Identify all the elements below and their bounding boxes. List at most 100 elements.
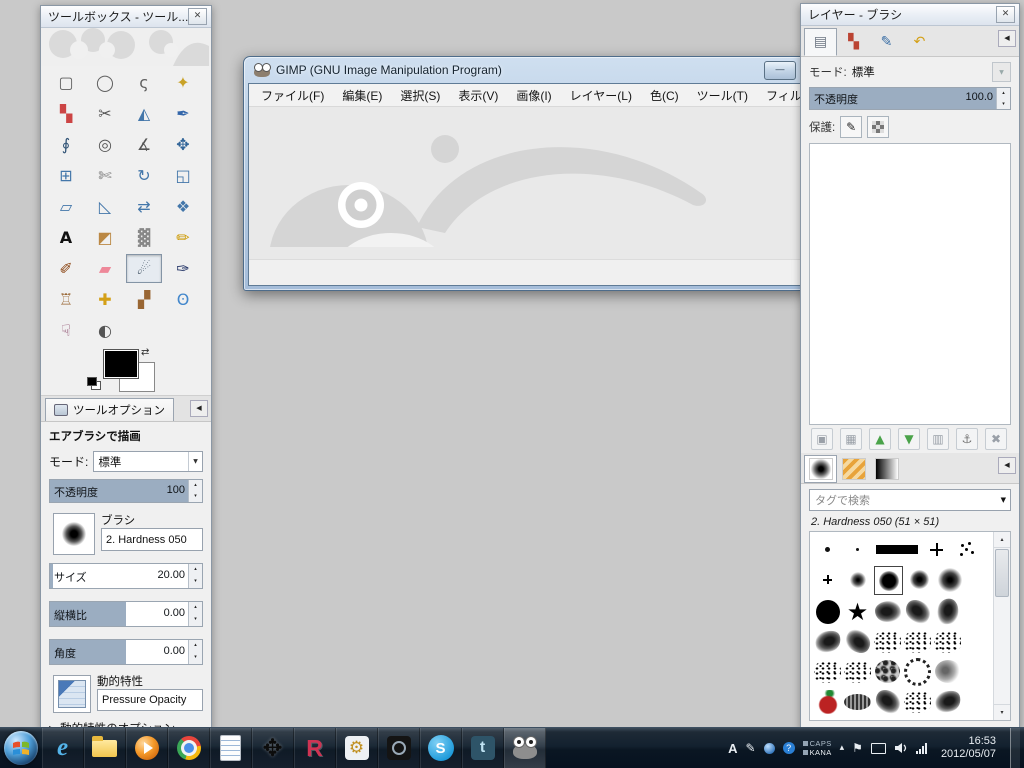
duplicate-layer-button[interactable]: ▥ [927, 428, 949, 450]
paint-mode-select[interactable]: 標準 ▼ [93, 451, 203, 472]
tool-color-picker[interactable]: ∮ [48, 130, 84, 159]
brush-plus-small[interactable] [814, 566, 841, 593]
anchor-layer-button[interactable]: ⚓ [956, 428, 978, 450]
brush-scatter[interactable] [934, 628, 961, 655]
tool-blur-sharpen[interactable]: ʘ [165, 285, 201, 314]
brush-scatter[interactable] [904, 628, 931, 655]
action-center-flag-icon[interactable]: ⚑ [852, 741, 863, 755]
brush-grid-scrollbar[interactable]: ▴ ▾ [993, 532, 1010, 720]
tool-crop[interactable]: ✄ [87, 161, 123, 190]
taskbar-r-app[interactable]: R [294, 728, 336, 768]
spin-up-icon[interactable]: ▴ [189, 564, 202, 576]
taskbar-chrome[interactable] [168, 728, 210, 768]
dynamics-preview-button[interactable] [53, 675, 91, 713]
ime-mode-indicator[interactable]: A [728, 741, 737, 756]
dock-collapse-button[interactable]: ◀ [190, 400, 208, 417]
brush-scatter[interactable] [904, 718, 931, 720]
tool-cage-transform[interactable]: ❖ [165, 192, 201, 221]
layer-mode-value[interactable]: 標準 [852, 64, 875, 80]
tool-free-select[interactable]: ς [126, 68, 162, 97]
aspect-spinner[interactable]: ▴ ▾ [188, 602, 202, 626]
brush-cells[interactable] [814, 718, 841, 720]
tool-scale[interactable]: ◱ [165, 161, 201, 190]
brush-splat[interactable] [814, 628, 841, 655]
show-desktop-button[interactable] [1010, 728, 1020, 768]
brush-dot3[interactable] [814, 536, 841, 563]
menu-tools[interactable]: ツール(T) [688, 84, 757, 107]
brush-smoke[interactable] [934, 658, 961, 685]
delete-layer-button[interactable]: ✖ [985, 428, 1007, 450]
network-globe-icon[interactable] [763, 742, 775, 754]
tool-clone[interactable]: ♖ [48, 285, 84, 314]
scroll-down-icon[interactable]: ▾ [994, 704, 1010, 720]
brush-splat[interactable] [874, 688, 901, 715]
tool-align[interactable]: ⊞ [48, 161, 84, 190]
volume-icon[interactable] [894, 742, 908, 754]
tool-eraser[interactable]: ▰ [87, 254, 123, 283]
tool-select-by-color[interactable]: ▚ [48, 99, 84, 128]
brush-splat[interactable] [874, 598, 901, 625]
layers-list[interactable] [809, 143, 1011, 425]
menu-view[interactable]: 表示(V) [449, 84, 507, 107]
brush-cells[interactable] [874, 658, 901, 685]
taskbar-settings[interactable]: ⚙ [336, 728, 378, 768]
ime-caps-kana-indicator[interactable]: CAPS KANA [802, 739, 832, 757]
opacity-spinner[interactable]: ▴ ▾ [188, 480, 202, 502]
aspect-ratio-slider[interactable]: 縦横比 0.00 ▴ ▾ [49, 601, 203, 627]
help-icon[interactable]: ? [782, 742, 795, 754]
toolbox-titlebar[interactable]: ツールボックス - ツール... ✕ [41, 6, 211, 28]
spin-up-icon[interactable]: ▴ [997, 88, 1010, 99]
tool-dodge-burn[interactable]: ◐ [87, 316, 123, 345]
foreground-color-swatch[interactable] [103, 349, 139, 379]
brush-oval[interactable] [844, 688, 871, 715]
tool-heal[interactable]: ✚ [87, 285, 123, 314]
tool-blend[interactable]: ▓ [126, 223, 162, 252]
tool-move[interactable]: ✥ [165, 130, 201, 159]
tool-smudge[interactable]: ☟ [48, 316, 84, 345]
scroll-up-icon[interactable]: ▴ [994, 532, 1010, 548]
brush-plus[interactable] [923, 536, 950, 563]
tool-flip[interactable]: ⇄ [126, 192, 162, 221]
taskbar-editor[interactable] [210, 728, 252, 768]
raise-layer-button[interactable]: ▲ [869, 428, 891, 450]
angle-slider[interactable]: 角度 0.00 ▴ ▾ [49, 639, 203, 665]
tool-rectangle-select[interactable]: ▢ [48, 68, 84, 97]
spin-up-icon[interactable]: ▴ [189, 480, 202, 491]
swap-colors-icon[interactable]: ⇄ [141, 347, 149, 358]
default-colors-icon[interactable] [87, 377, 101, 390]
tab-gradients[interactable] [870, 455, 903, 483]
menu-layer[interactable]: レイヤー(L) [561, 84, 641, 107]
taskbar-gimp[interactable] [504, 728, 546, 768]
brush-preview-button[interactable] [53, 513, 95, 555]
tool-rotate[interactable]: ↻ [126, 161, 162, 190]
opacity-slider[interactable]: 不透明度 100 ▴ ▾ [49, 479, 203, 503]
spin-up-icon[interactable]: ▴ [189, 640, 202, 652]
taskbar-media-player[interactable] [126, 728, 168, 768]
spin-down-icon[interactable]: ▾ [189, 491, 202, 502]
clock[interactable]: 16:53 2012/05/07 [935, 735, 1002, 761]
brush-soft[interactable] [906, 566, 933, 593]
taskbar-keypad[interactable] [378, 728, 420, 768]
tool-perspective[interactable]: ◺ [87, 192, 123, 221]
layers-close-button[interactable]: ✕ [996, 6, 1015, 23]
brush-scatter[interactable] [904, 688, 931, 715]
lock-alpha-button[interactable] [867, 116, 890, 138]
brush-dot2[interactable] [844, 536, 871, 563]
menu-image[interactable]: 画像(I) [507, 84, 560, 107]
brush-scatter[interactable] [814, 658, 841, 685]
spin-down-icon[interactable]: ▾ [189, 614, 202, 626]
tool-pencil[interactable]: ✏ [165, 223, 201, 252]
tab-brushes[interactable] [804, 455, 837, 483]
taskbar-windows-explorer[interactable] [84, 728, 126, 768]
dynamics-name-field[interactable]: Pressure Opacity [97, 689, 203, 711]
brush-splat[interactable] [904, 598, 931, 625]
dock-collapse-button[interactable]: ◀ [998, 457, 1016, 474]
toolbox-close-button[interactable]: ✕ [188, 8, 207, 25]
taskbar-tweetdeck[interactable]: t [462, 728, 504, 768]
brush-splat[interactable] [874, 718, 901, 720]
tab-layers[interactable]: ▤ [804, 28, 837, 56]
brush-splat[interactable] [934, 688, 961, 715]
tool-bucket-fill[interactable]: ◩ [87, 223, 123, 252]
tool-ink[interactable]: ✑ [165, 254, 201, 283]
angle-spinner[interactable]: ▴ ▾ [188, 640, 202, 664]
